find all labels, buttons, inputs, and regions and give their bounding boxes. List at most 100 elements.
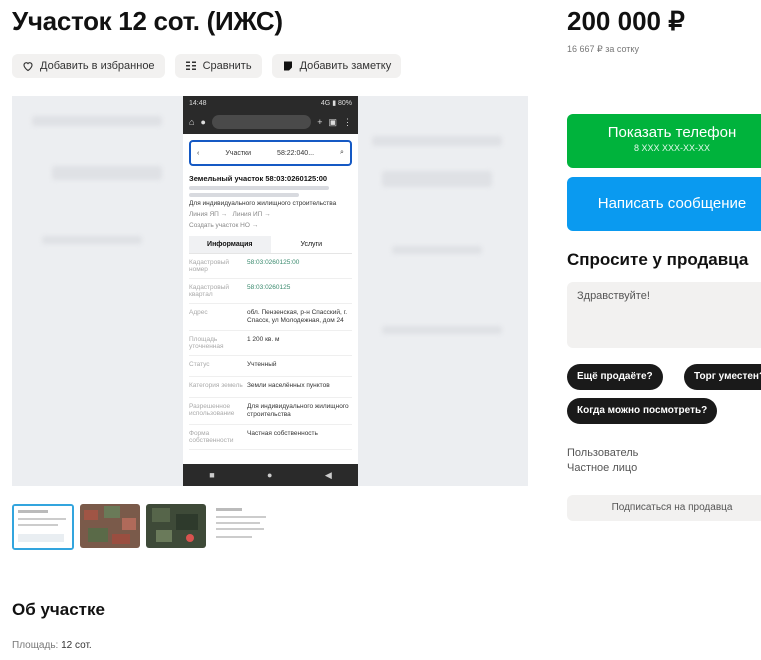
phone-links: Линия ЯП → Линия ИП → (189, 211, 352, 219)
phone-tab-info: Информация (189, 236, 271, 253)
blurred-bg (52, 166, 162, 180)
message-input[interactable]: Здравствуйте! (567, 282, 761, 348)
phone-info-rows: Кадастровый номер 58:03:0260125:00 Кадастр… (183, 254, 358, 450)
tabs-icon: ▣ (328, 116, 337, 127)
photo-gallery[interactable]: 14:48 4G ▮ 80% ⌂ ● + ▣ ⋮ ‹ Участки 58:22… (12, 96, 528, 486)
thumbnail-1[interactable] (12, 504, 74, 550)
show-phone-button[interactable]: Показать телефон 8 XXX XXX-XX-XX (567, 114, 761, 168)
thumbnail-document-image (212, 504, 272, 548)
home-icon: ⌂ (189, 117, 195, 127)
phone-time: 14:48 (189, 99, 207, 107)
blurred-bg (382, 326, 502, 334)
blurred-bg (382, 171, 492, 187)
ask-seller-heading: Спросите у продавца (567, 250, 749, 269)
area-value: 12 сот. (61, 640, 92, 651)
phone-info-value: Частная собственность (247, 430, 318, 437)
add-to-favorites-button[interactable]: Добавить в избранное (12, 54, 165, 78)
thumbnail-document-image (14, 506, 72, 548)
heart-icon (23, 62, 33, 72)
phone-blur-line (189, 193, 299, 197)
listing-actions: Добавить в избранное Сравнить Добавить з… (12, 54, 402, 78)
compare-button[interactable]: Сравнить (174, 54, 262, 78)
gallery-thumbnails (12, 504, 272, 550)
listing-title: Участок 12 сот. (ИЖС) (12, 6, 283, 36)
quick-question-chip[interactable]: Когда можно посмотреть? (567, 398, 718, 424)
area-label: Площадь: (12, 640, 59, 651)
blurred-bg (42, 236, 142, 244)
phone-info-row: Кадастровый номер 58:03:0260125:00 (189, 254, 352, 279)
phone-info-value: Учтенный (247, 361, 277, 368)
phone-info-key: Кадастровый квартал (189, 284, 230, 298)
blurred-bg (392, 246, 482, 254)
phone-nav-bar: ■ ● ◀ (183, 464, 358, 486)
compare-icon (185, 61, 196, 70)
lock-icon: ● (200, 117, 206, 127)
phone-search-field: ‹ Участки 58:22:040... ⌕ (189, 140, 352, 166)
area-param: Площадь: 12 сот. (12, 640, 92, 651)
add-note-label: Добавить заметку (299, 60, 392, 72)
thumbnail-4[interactable] (212, 504, 272, 548)
plus-icon: + (317, 117, 323, 127)
compare-label: Сравнить (202, 60, 252, 72)
phone-info-key: Площадь уточненная (189, 336, 224, 350)
seller-type: Частное лицо (567, 462, 638, 474)
phone-link: Линия ЯП → (189, 211, 228, 218)
more-icon: ⋮ (343, 116, 352, 127)
phone-info-key: Разрешенное использование (189, 403, 235, 417)
phone-info-row: Кадастровый квартал 58:03:0260125 (189, 279, 352, 304)
phone-info-key: Форма собственности (189, 430, 234, 444)
phone-browser-bar: ⌂ ● + ▣ ⋮ (183, 110, 358, 134)
phone-screenshot: 14:48 4G ▮ 80% ⌂ ● + ▣ ⋮ ‹ Участки 58:22… (183, 96, 358, 486)
phone-tab-services: Услуги (300, 241, 323, 248)
back-icon: ‹ (197, 149, 200, 157)
phone-info-key: Адрес (189, 309, 208, 316)
nav-home-icon: ● (267, 470, 273, 480)
phone-search-value: 58:22:040... (277, 149, 315, 157)
phone-info-value: Для индивидуального жилищного строительс… (247, 403, 349, 418)
phone-tabs: Информация Услуги (189, 236, 352, 254)
phone-status-bar: 14:48 4G ▮ 80% (183, 96, 358, 110)
subscribe-seller-button[interactable]: Подписаться на продавца (567, 495, 761, 521)
phone-info-row: Разрешенное использование Для индивидуаль… (189, 398, 352, 425)
note-icon (283, 61, 292, 71)
phone-url-bar (211, 115, 312, 129)
blurred-bg (32, 116, 162, 126)
phone-info-key: Статус (189, 361, 210, 368)
phone-info-value: 58:03:0260125:00 (247, 259, 300, 266)
price: 200 000 ₽ (567, 6, 685, 36)
thumbnail-satellite-image (146, 504, 206, 548)
phone-link: Линия ИП → (232, 211, 271, 218)
thumbnail-3[interactable] (146, 504, 206, 548)
phone-search-scope: Участки (225, 149, 252, 157)
phone-info-value: 58:03:0260125 (247, 284, 291, 291)
add-to-favorites-label: Добавить в избранное (40, 60, 155, 72)
phone-status-icons: 4G ▮ 80% (320, 100, 352, 107)
thumbnail-aerial-map-image (80, 504, 140, 548)
quick-question-chip[interactable]: Ещё продаёте? (567, 364, 663, 390)
masked-phone: 8 XXX XXX-XX-XX (633, 143, 711, 153)
phone-info-row: Площадь уточненная 1 200 кв. м (189, 331, 352, 356)
quick-question-chip[interactable]: Торг уместен? (684, 364, 761, 390)
phone-info-value: Земли населённых пунктов (247, 382, 330, 389)
phone-info-row: Статус Учтенный (189, 356, 352, 377)
thumbnail-2[interactable] (80, 504, 140, 548)
phone-blur-line (189, 186, 329, 190)
add-note-button[interactable]: Добавить заметку (271, 54, 402, 78)
phone-link: Создать участок НО → (189, 222, 259, 229)
price-per-sotka: 16 667 ₽ за сотку (567, 44, 639, 54)
phone-info-value: 1 200 кв. м (247, 336, 280, 343)
phone-info-key: Кадастровый номер (189, 259, 230, 273)
nav-square-icon: ■ (209, 470, 215, 480)
about-heading: Об участке (12, 600, 105, 619)
seller-info: Пользователь Частное лицо (567, 446, 638, 476)
show-phone-label: Показать телефон (607, 124, 737, 141)
phone-info-value: обл. Пензенская, р-н Спасский, г. Спасск… (247, 309, 348, 324)
search-icon: ⌕ (340, 149, 344, 156)
seller-role: Пользователь (567, 447, 639, 459)
phone-category: Для индивидуального жилищного строительс… (189, 200, 337, 207)
phone-info-row: Форма собственности Частная собственность (189, 425, 352, 450)
phone-info-row: Категория земель Земли населённых пунктов (189, 377, 352, 398)
write-message-button[interactable]: Написать сообщение (567, 177, 761, 231)
blurred-bg (372, 136, 502, 146)
phone-record-title: Земельный участок 58:03:0260125:00 (189, 174, 328, 183)
